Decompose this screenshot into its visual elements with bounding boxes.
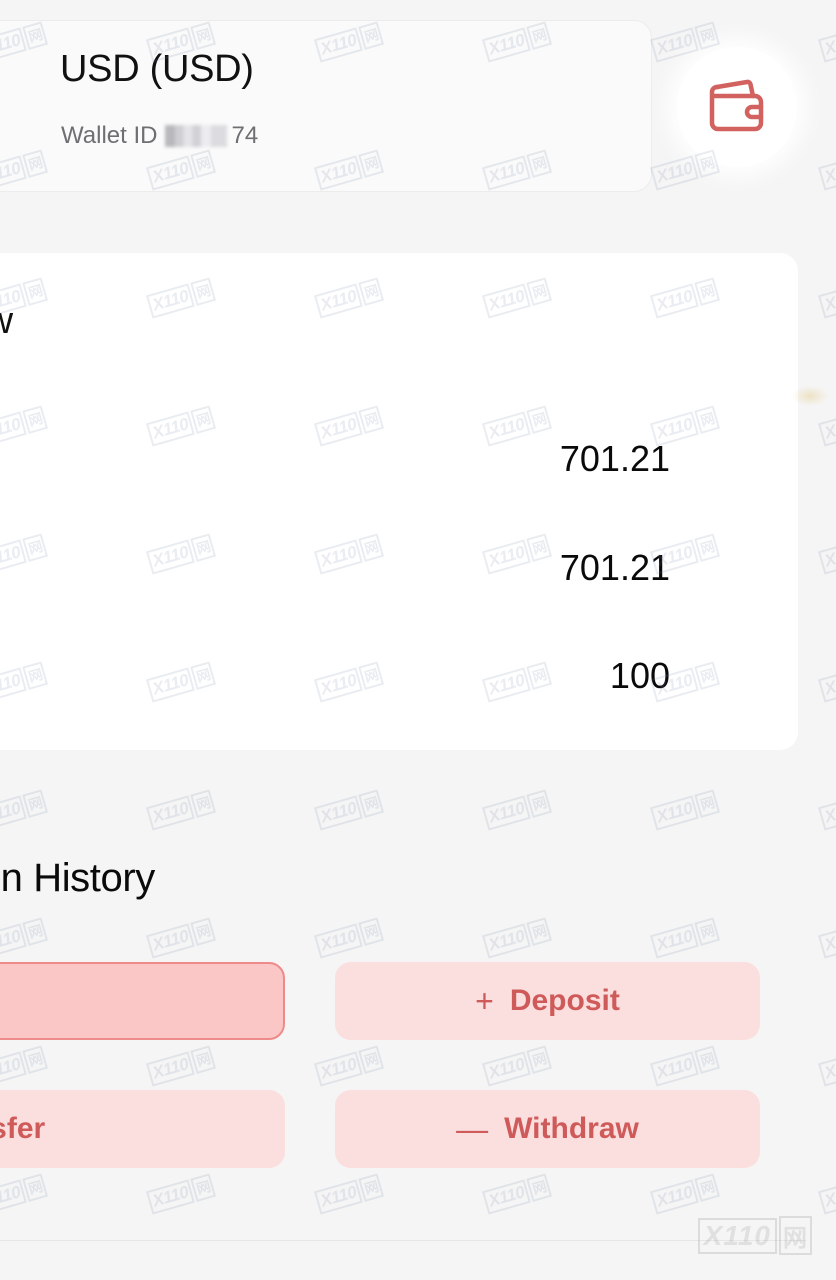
wallet-currency-title: USD (USD) [60,48,254,90]
transaction-history-title: ction History [0,856,155,900]
watermark-tile: X110网 [145,917,216,959]
watermark-tile: X110网 [817,405,836,447]
overview-row-available: ble 701.21 [0,547,670,589]
watermark-tile: X110网 [145,789,216,831]
wallet-detail-page: USD (USD) Wallet ID 74 view ce 701.21 bl… [0,0,836,1280]
watermark-tile: X110网 [313,789,384,831]
watermark-tile: X110网 [0,1173,48,1215]
watermark-tile: X110网 [817,1173,836,1215]
bottom-divider [0,1240,806,1241]
watermark-tile: X110网 [481,917,552,959]
watermark-tile: X110网 [0,917,48,959]
wallet-id-masked-value [165,125,228,147]
watermark-tile: X110网 [817,661,836,703]
overview-row-third: 100 [0,655,670,697]
watermark-tile: X110网 [817,277,836,319]
watermark-tile: X110网 [0,1045,48,1087]
watermark-tile: X110网 [817,917,836,959]
wallet-id-label: Wallet ID [61,122,158,149]
watermark-tile: X110网 [145,1045,216,1087]
watermark-tile: X110网 [0,789,48,831]
filter-transfer-button[interactable]: ⇄ Transfer [0,1090,285,1168]
filter-deposit-button[interactable]: + Deposit [335,962,760,1040]
filter-withdraw-button[interactable]: — Withdraw [335,1090,760,1168]
watermark-tile: X110网 [145,1173,216,1215]
watermark-tile: X110网 [817,149,836,191]
brand-mark-fx: X110 [697,1217,777,1254]
plus-icon: + [475,983,494,1019]
filter-withdraw-label: Withdraw [504,1112,639,1145]
wallet-icon [706,79,768,135]
watermark-tile: X110网 [313,1173,384,1215]
filter-deposit-label: Deposit [509,984,620,1017]
watermark-tile: X110网 [649,917,720,959]
fx110-brand-watermark: X110 网 [697,1216,812,1255]
minus-icon: — [456,1111,489,1147]
watermark-tile: X110网 [817,1045,836,1087]
watermark-tile: X110网 [481,1173,552,1215]
wallet-id-row: Wallet ID 74 [61,122,258,150]
overview-row-value: 701.21 [559,547,670,588]
watermark-tile: X110网 [817,789,836,831]
overview-row-balance: ce 701.21 [0,438,670,480]
watermark-tile: X110网 [481,1045,552,1087]
wallet-icon-badge [677,47,797,167]
wallet-id-tail: 74 [231,122,259,149]
wallet-header-card [0,20,652,192]
brand-mark-cn: 网 [779,1216,812,1255]
overview-title: view [0,300,13,343]
watermark-tile: X110网 [313,1045,384,1087]
watermark-tile: X110网 [649,789,720,831]
watermark-tile: X110网 [649,1045,720,1087]
overview-row-value: 100 [609,655,670,696]
watermark-tile: X110网 [313,917,384,959]
watermark-tile: X110网 [817,533,836,575]
filter-all-button[interactable]: All [0,962,285,1040]
watermark-tile: X110网 [649,1173,720,1215]
overview-row-value: 701.21 [559,438,670,479]
filter-transfer-label: Transfer [0,1112,46,1145]
watermark-tile: X110网 [481,789,552,831]
watermark-tile: X110网 [817,21,836,63]
